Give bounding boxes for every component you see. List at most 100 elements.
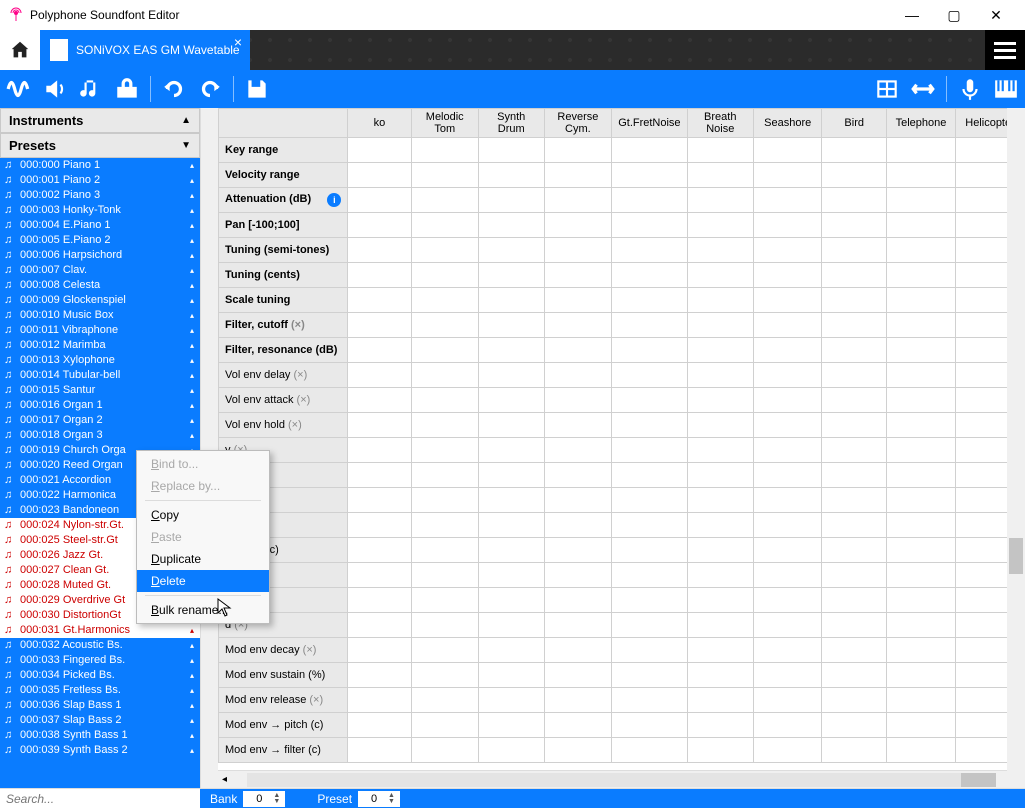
grid-cell[interactable] [612,288,687,313]
home-button[interactable] [0,30,40,70]
grid-cell[interactable] [753,488,822,513]
grid-cell[interactable] [822,738,886,763]
row-header[interactable]: Mod env → filter (c) [219,738,348,763]
grid-cell[interactable] [348,313,411,338]
grid-cell[interactable] [687,438,753,463]
row-header[interactable]: Mod env decay (×) [219,638,348,663]
preset-item[interactable]: ♫000:038 Synth Bass 1▴ [0,728,200,743]
grid-cell[interactable] [753,288,822,313]
grid-cell[interactable] [478,563,544,588]
grid-cell[interactable] [753,363,822,388]
grid-cell[interactable] [544,138,612,163]
context-menu-item[interactable]: Bulk rename... [137,599,269,621]
grid-cell[interactable] [886,438,955,463]
grid-cell[interactable] [687,488,753,513]
grid-cell[interactable] [612,213,687,238]
grid-cell[interactable] [753,388,822,413]
undo-icon[interactable] [161,76,187,102]
grid-cell[interactable] [411,313,478,338]
grid-cell[interactable] [411,513,478,538]
grid-cell[interactable] [544,513,612,538]
grid-cell[interactable] [822,163,886,188]
grid-cell[interactable] [822,363,886,388]
grid-cell[interactable] [612,463,687,488]
grid-cell[interactable] [886,563,955,588]
grid-cell[interactable] [612,413,687,438]
grid-cell[interactable] [478,538,544,563]
grid-cell[interactable] [612,638,687,663]
grid-cell[interactable] [822,613,886,638]
grid-cell[interactable] [612,538,687,563]
grid-cell[interactable] [612,438,687,463]
grid-cell[interactable] [348,463,411,488]
row-header[interactable]: Scale tuning [219,288,348,313]
grid-cell[interactable] [478,738,544,763]
grid-cell[interactable] [822,413,886,438]
context-menu-item[interactable]: Delete [137,570,269,592]
grid-cell[interactable] [478,638,544,663]
search-input[interactable] [0,790,200,808]
grid-cell[interactable] [886,613,955,638]
grid-cell[interactable] [478,513,544,538]
bank-spinner[interactable]: 0▲▼ [243,791,285,807]
grid-cell[interactable] [348,488,411,513]
grid-cell[interactable] [687,213,753,238]
grid-cell[interactable] [822,538,886,563]
preset-item[interactable]: ♫000:032 Acoustic Bs.▴ [0,638,200,653]
grid-cell[interactable] [544,463,612,488]
instruments-header[interactable]: Instruments ▲ [0,108,200,133]
preset-item[interactable]: ♫000:039 Synth Bass 2▴ [0,743,200,758]
grid-cell[interactable] [687,538,753,563]
parameter-grid[interactable]: koMelodic TomSynth DrumReverse Cym.Gt.Fr… [218,108,1025,763]
grid-cell[interactable] [348,163,411,188]
grid-cell[interactable] [478,213,544,238]
grid-cell[interactable] [687,513,753,538]
grid-cell[interactable] [822,563,886,588]
grid-cell[interactable] [612,363,687,388]
grid-cell[interactable] [753,313,822,338]
grid-cell[interactable] [478,338,544,363]
grid-cell[interactable] [348,413,411,438]
grid-cell[interactable] [822,663,886,688]
music-icon[interactable] [78,76,104,102]
grid-cell[interactable] [753,663,822,688]
preset-item[interactable]: ♫000:010 Music Box▴ [0,308,200,323]
preset-item[interactable]: ♫000:014 Tubular-bell▴ [0,368,200,383]
grid-cell[interactable] [886,163,955,188]
grid-cell[interactable] [348,338,411,363]
preset-item[interactable]: ♫000:000 Piano 1▴ [0,158,200,173]
grid-cell[interactable] [478,138,544,163]
row-header[interactable]: Filter, cutoff (×) [219,313,348,338]
grid-cell[interactable] [753,563,822,588]
grid-cell[interactable] [687,188,753,213]
presets-header[interactable]: Presets ▼ [0,133,200,158]
grid-cell[interactable] [886,388,955,413]
row-header[interactable]: Pan [-100;100] [219,213,348,238]
grid-cell[interactable] [822,488,886,513]
grid-cell[interactable] [687,138,753,163]
grid-cell[interactable] [478,388,544,413]
keyboard-icon[interactable] [993,76,1019,102]
grid-cell[interactable] [478,413,544,438]
grid-cell[interactable] [411,238,478,263]
preset-item[interactable]: ♫000:011 Vibraphone▴ [0,323,200,338]
grid-cell[interactable] [478,713,544,738]
grid-cell[interactable] [753,238,822,263]
grid-cell[interactable] [612,663,687,688]
context-menu-item[interactable]: Duplicate [137,548,269,570]
grid-cell[interactable] [753,338,822,363]
grid-cell[interactable] [478,313,544,338]
grid-cell[interactable] [411,663,478,688]
grid-cell[interactable] [753,688,822,713]
grid-cell[interactable] [886,313,955,338]
preset-item[interactable]: ♫000:003 Honky-Tonk▴ [0,203,200,218]
grid-cell[interactable] [348,538,411,563]
preset-spinner[interactable]: 0▲▼ [358,791,400,807]
grid-cell[interactable] [544,688,612,713]
row-header[interactable]: Mod env sustain (%) [219,663,348,688]
grid-cell[interactable] [886,713,955,738]
grid-cell[interactable] [348,563,411,588]
sidebar-scrollbar[interactable] [200,108,218,788]
grid-cell[interactable] [411,338,478,363]
preset-item[interactable]: ♫000:037 Slap Bass 2▴ [0,713,200,728]
